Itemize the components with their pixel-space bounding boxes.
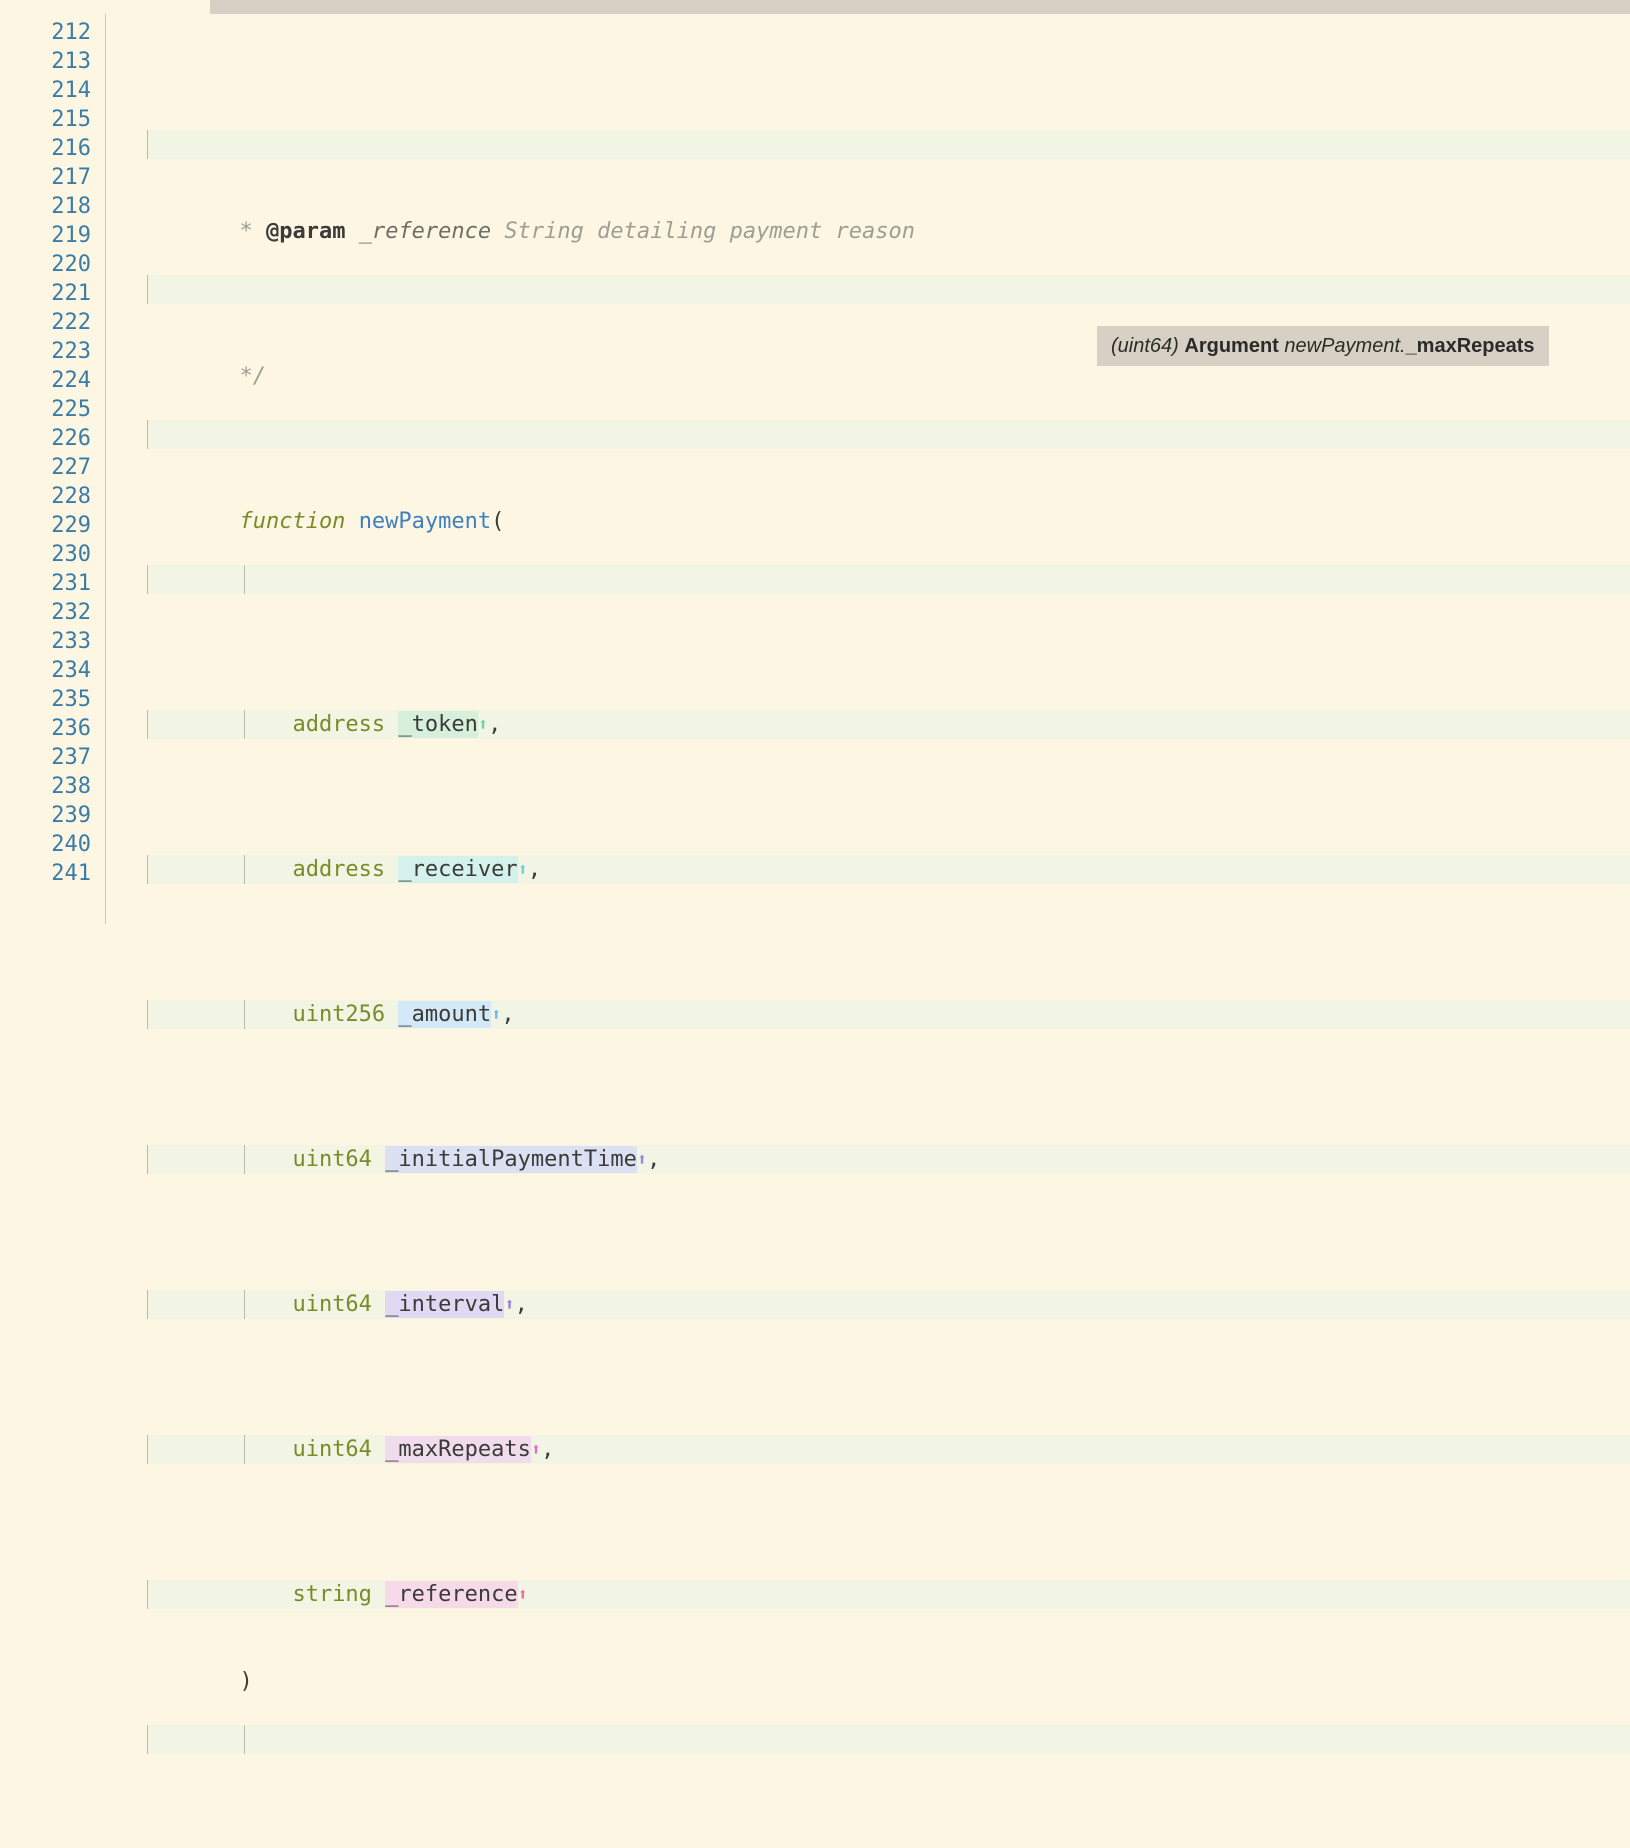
- comma: ,: [488, 712, 502, 737]
- line-number[interactable]: 215: [1, 105, 91, 134]
- line-number[interactable]: 218: [1, 192, 91, 221]
- comma: ,: [514, 1292, 528, 1317]
- param-arrow-icon: ⬆: [517, 860, 528, 880]
- code-line-213[interactable]: */: [107, 275, 1630, 389]
- indent-guide: [147, 130, 148, 159]
- line-number[interactable]: 232: [1, 598, 91, 627]
- line-number[interactable]: 226: [1, 424, 91, 453]
- scope-stripe: [147, 130, 1630, 159]
- comma: ,: [527, 857, 542, 882]
- param-arrow-icon: ⬆: [636, 1150, 648, 1170]
- param-arrow-icon: ⬆: [504, 1295, 515, 1315]
- line-number[interactable]: 228: [1, 482, 91, 511]
- line-number[interactable]: 225: [1, 395, 91, 424]
- indent-guide: [147, 1725, 148, 1754]
- code-editor[interactable]: 212 213 214 215 216 217 218 219 220 221 …: [0, 0, 1630, 1754]
- param-arrow-icon: ⬆: [477, 715, 489, 735]
- code-line-214[interactable]: function newPayment(: [107, 420, 1630, 534]
- line-number[interactable]: 238: [1, 772, 91, 801]
- modifier-scope-stripe: [244, 1725, 1630, 1754]
- indent-guide: [147, 710, 148, 739]
- function-name[interactable]: newPayment: [359, 509, 491, 534]
- param-initial-payment-time[interactable]: _initialPaymentTime: [385, 1146, 637, 1173]
- line-number[interactable]: 219: [1, 221, 91, 250]
- param-arrow-icon: ⬆: [517, 1585, 528, 1605]
- indent-guide: [147, 1290, 148, 1319]
- line-number[interactable]: 220: [1, 250, 91, 279]
- indent-guide: [147, 275, 148, 304]
- type-uint64: uint64: [292, 1292, 372, 1317]
- param-amount[interactable]: _amount: [398, 1001, 492, 1028]
- line-number[interactable]: 235: [1, 685, 91, 714]
- line-number[interactable]: 237: [1, 743, 91, 772]
- scope-stripe: [147, 275, 1630, 304]
- indent-guide: [147, 1580, 148, 1609]
- doc-param-name: _reference: [358, 219, 492, 244]
- indent-guide: [147, 1435, 148, 1464]
- scope-stripe: [147, 420, 1630, 449]
- line-number-gutter[interactable]: 212 213 214 215 216 217 218 219 220 221 …: [0, 14, 106, 924]
- param-interval[interactable]: _interval: [385, 1291, 505, 1318]
- param-arrow-icon: ⬆: [491, 1005, 502, 1025]
- line-number[interactable]: 222: [1, 308, 91, 337]
- comma: ,: [647, 1147, 661, 1172]
- comma: ,: [541, 1437, 555, 1462]
- code-line-215[interactable]: address _token⬆,: [107, 565, 1630, 738]
- line-number[interactable]: 223: [1, 337, 91, 366]
- doc-star: *: [239, 219, 253, 244]
- type-uint64: uint64: [292, 1437, 372, 1462]
- tooltip-kind: Argument: [1184, 334, 1279, 357]
- line-number[interactable]: 230: [1, 540, 91, 569]
- indent-guide: [147, 565, 148, 594]
- param-max-repeats[interactable]: _maxRepeats: [385, 1436, 531, 1463]
- tooltip-type: (uint64): [1111, 334, 1179, 357]
- popup-strip-partial: [210, 0, 1630, 14]
- indent-guide: [244, 1725, 245, 1754]
- param-reference[interactable]: _reference: [385, 1581, 518, 1608]
- type-string: string: [292, 1582, 372, 1607]
- close-paren: ): [239, 1669, 253, 1694]
- line-number[interactable]: 236: [1, 714, 91, 743]
- line-number[interactable]: 224: [1, 366, 91, 395]
- comma: ,: [501, 1002, 515, 1027]
- indent-guide: [147, 1000, 148, 1029]
- tooltip-owner: newPayment.: [1284, 334, 1406, 357]
- keyword-function: function: [239, 509, 346, 534]
- type-uint256: uint256: [292, 1002, 386, 1027]
- indent-guide: [147, 855, 148, 884]
- type-address: address: [292, 857, 386, 882]
- line-number[interactable]: 212: [1, 18, 91, 47]
- param-receiver[interactable]: _receiver: [398, 856, 518, 883]
- line-number[interactable]: 217: [1, 163, 91, 192]
- type-address: address: [292, 712, 386, 737]
- code-content[interactable]: * @param _reference String detailing pay…: [107, 14, 1630, 1754]
- doc-param-desc: String detailing payment reason: [504, 219, 916, 244]
- param-scope-stripe: [244, 565, 1630, 594]
- line-number[interactable]: 241: [1, 859, 91, 888]
- indent-guide: [147, 1145, 148, 1174]
- indent-guide: [147, 420, 148, 449]
- code-line-212[interactable]: * @param _reference String detailing pay…: [107, 130, 1630, 244]
- type-uint64: uint64: [292, 1147, 372, 1172]
- open-paren: (: [491, 509, 505, 534]
- param-token[interactable]: _token: [398, 711, 478, 738]
- line-number[interactable]: 231: [1, 569, 91, 598]
- line-number[interactable]: 213: [1, 47, 91, 76]
- tooltip-name: _maxRepeats: [1405, 334, 1535, 357]
- indent-guide: [244, 565, 245, 594]
- code-line-223[interactable]: external: [107, 1725, 1630, 1754]
- doc-param-tag: @param: [265, 219, 346, 244]
- line-number[interactable]: 216: [1, 134, 91, 163]
- line-number[interactable]: 227: [1, 453, 91, 482]
- line-number[interactable]: 221: [1, 279, 91, 308]
- hover-tooltip: (uint64) Argument newPayment. _maxRepeats: [1097, 326, 1549, 366]
- line-number[interactable]: 233: [1, 627, 91, 656]
- doc-comment-close: */: [239, 364, 266, 389]
- param-arrow-icon: ⬆: [530, 1440, 542, 1460]
- line-number[interactable]: 239: [1, 801, 91, 830]
- line-number[interactable]: 234: [1, 656, 91, 685]
- line-number[interactable]: 214: [1, 76, 91, 105]
- line-number[interactable]: 240: [1, 830, 91, 859]
- line-number[interactable]: 229: [1, 511, 91, 540]
